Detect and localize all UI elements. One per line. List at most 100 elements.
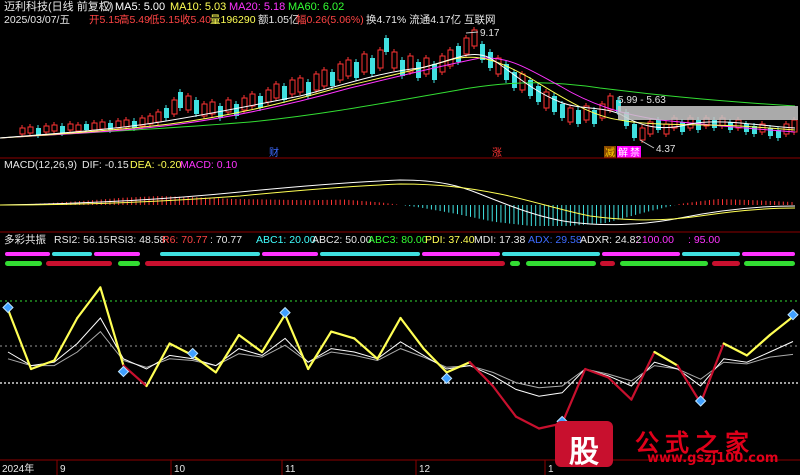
stock-title: 迈利科技(日线 前复权) bbox=[4, 0, 113, 13]
candle-body bbox=[337, 63, 344, 81]
candle-body bbox=[463, 37, 470, 55]
chart-canvas: 迈利科技(日线 前复权) MA5: 5.00 MA10: 5.03 MA20: … bbox=[0, 0, 800, 475]
adx-label: ADX: 29.58 bbox=[528, 234, 582, 246]
watermark-logo-text: 股 bbox=[569, 435, 599, 470]
candle-body bbox=[43, 125, 50, 133]
bottom-band bbox=[5, 261, 42, 266]
candle-body bbox=[258, 96, 263, 108]
candle-body bbox=[354, 62, 359, 78]
candle-body bbox=[75, 124, 82, 132]
candle-body bbox=[249, 93, 256, 107]
candle-body bbox=[282, 86, 287, 100]
axis-month-9: 9 bbox=[60, 464, 66, 475]
candle-body bbox=[495, 57, 502, 75]
top-band bbox=[94, 252, 140, 256]
bottom-band bbox=[712, 261, 740, 266]
candle-body bbox=[241, 97, 248, 111]
peak-label: 9.17 bbox=[480, 28, 500, 39]
candle-body bbox=[567, 107, 574, 123]
watermark-url: www.gszj100.com bbox=[647, 451, 779, 466]
axis-year: 2024年 bbox=[2, 462, 34, 475]
rsi3-label: RSI3: 48.58 bbox=[110, 234, 166, 246]
marker-jin[interactable]: 禁 bbox=[630, 147, 640, 159]
top-band bbox=[742, 252, 795, 256]
volume-label: 量196290 bbox=[210, 14, 256, 26]
candle-body bbox=[178, 92, 183, 108]
candle-body bbox=[560, 104, 565, 118]
axis-month-11: 11 bbox=[285, 464, 296, 475]
ma5-label: MA5: 5.00 bbox=[115, 1, 165, 13]
v95-label: : 95.00 bbox=[688, 234, 720, 246]
top-band bbox=[5, 252, 50, 256]
pdi-label: PDI: 37.40 bbox=[425, 234, 475, 246]
top-band bbox=[602, 252, 680, 256]
range-label: 5.99 - 5.63 bbox=[618, 95, 666, 106]
top-band bbox=[52, 252, 92, 256]
open-label: 开5.15 bbox=[89, 14, 120, 26]
mdi-label: MDI: 17.38 bbox=[474, 234, 526, 246]
candle-body bbox=[185, 95, 192, 111]
macd-dif: DIF: -0.15 bbox=[82, 159, 129, 171]
candle-body bbox=[632, 124, 637, 138]
marker-jie[interactable]: 解 bbox=[618, 146, 628, 159]
abc3-label: ABC3: 80.00 bbox=[368, 234, 428, 246]
candle-body bbox=[712, 120, 717, 128]
marker-jian[interactable]: 减 bbox=[605, 147, 615, 159]
candle-body bbox=[456, 46, 461, 62]
close-label: 收5.40 bbox=[180, 13, 211, 26]
candle-body bbox=[345, 59, 352, 77]
candle-body bbox=[51, 124, 58, 132]
candle-body bbox=[297, 77, 304, 93]
macd-dea: DEA: -0.20 bbox=[130, 159, 182, 171]
candle-body bbox=[67, 123, 74, 131]
r6-label: R6: 70.77 bbox=[162, 234, 208, 246]
high-label: 高5.49 bbox=[119, 13, 150, 26]
candle-body bbox=[439, 55, 446, 73]
candle-body bbox=[27, 126, 34, 134]
candle-body bbox=[536, 86, 541, 102]
low-price-label: 4.37 bbox=[656, 144, 676, 155]
candle-body bbox=[576, 110, 581, 124]
candle-body bbox=[416, 62, 421, 78]
bottom-band bbox=[145, 261, 505, 266]
ma10-label: MA10: 5.03 bbox=[170, 1, 226, 13]
abc2-label: ABC2: 50.00 bbox=[312, 234, 372, 246]
bottom-band bbox=[118, 261, 140, 266]
top-band bbox=[502, 252, 600, 256]
candle-body bbox=[330, 72, 335, 86]
bottom-band bbox=[510, 261, 520, 266]
candle-body bbox=[391, 51, 398, 69]
top-band bbox=[682, 252, 740, 256]
rsi-name: 多彩共振 bbox=[4, 233, 46, 246]
marker-cai[interactable]: 财 bbox=[269, 146, 279, 159]
candle-body bbox=[680, 122, 685, 132]
watermark-logo: 股 bbox=[555, 421, 613, 470]
candle-body bbox=[99, 121, 106, 130]
candle-body bbox=[289, 79, 296, 95]
candle-body bbox=[273, 83, 280, 99]
candle-body bbox=[91, 122, 98, 131]
r6b-label: : 70.77 bbox=[210, 234, 242, 246]
low-label: 低5.15 bbox=[149, 13, 180, 26]
candle-body bbox=[656, 120, 661, 130]
bottom-band bbox=[600, 261, 615, 266]
date-label: 2025/03/07/五 bbox=[4, 14, 70, 26]
turnover-label: 换4.71% 流通4.17亿 互联网 bbox=[366, 13, 496, 26]
macd-value: MACD: 0.10 bbox=[180, 159, 237, 171]
candle-body bbox=[84, 124, 89, 130]
rsi2-label: RSI2: 56.15 bbox=[54, 234, 110, 246]
marker-zhang[interactable]: 涨 bbox=[492, 147, 502, 159]
macd-name: MACD(12,26,9) bbox=[4, 159, 77, 171]
candle-body bbox=[377, 49, 384, 69]
ma60-label: MA60: 6.02 bbox=[288, 1, 344, 13]
top-band bbox=[160, 252, 260, 256]
adxr-label: ADXR: 24.82 bbox=[580, 234, 641, 246]
candle-body bbox=[321, 69, 328, 87]
axis-month-12: 12 bbox=[419, 464, 431, 475]
candle-body bbox=[36, 128, 41, 135]
candle-body bbox=[370, 58, 375, 74]
candle-body bbox=[384, 38, 389, 52]
ma20-label: MA20: 5.18 bbox=[229, 1, 285, 13]
bottom-band bbox=[526, 261, 596, 266]
top-band bbox=[422, 252, 500, 256]
